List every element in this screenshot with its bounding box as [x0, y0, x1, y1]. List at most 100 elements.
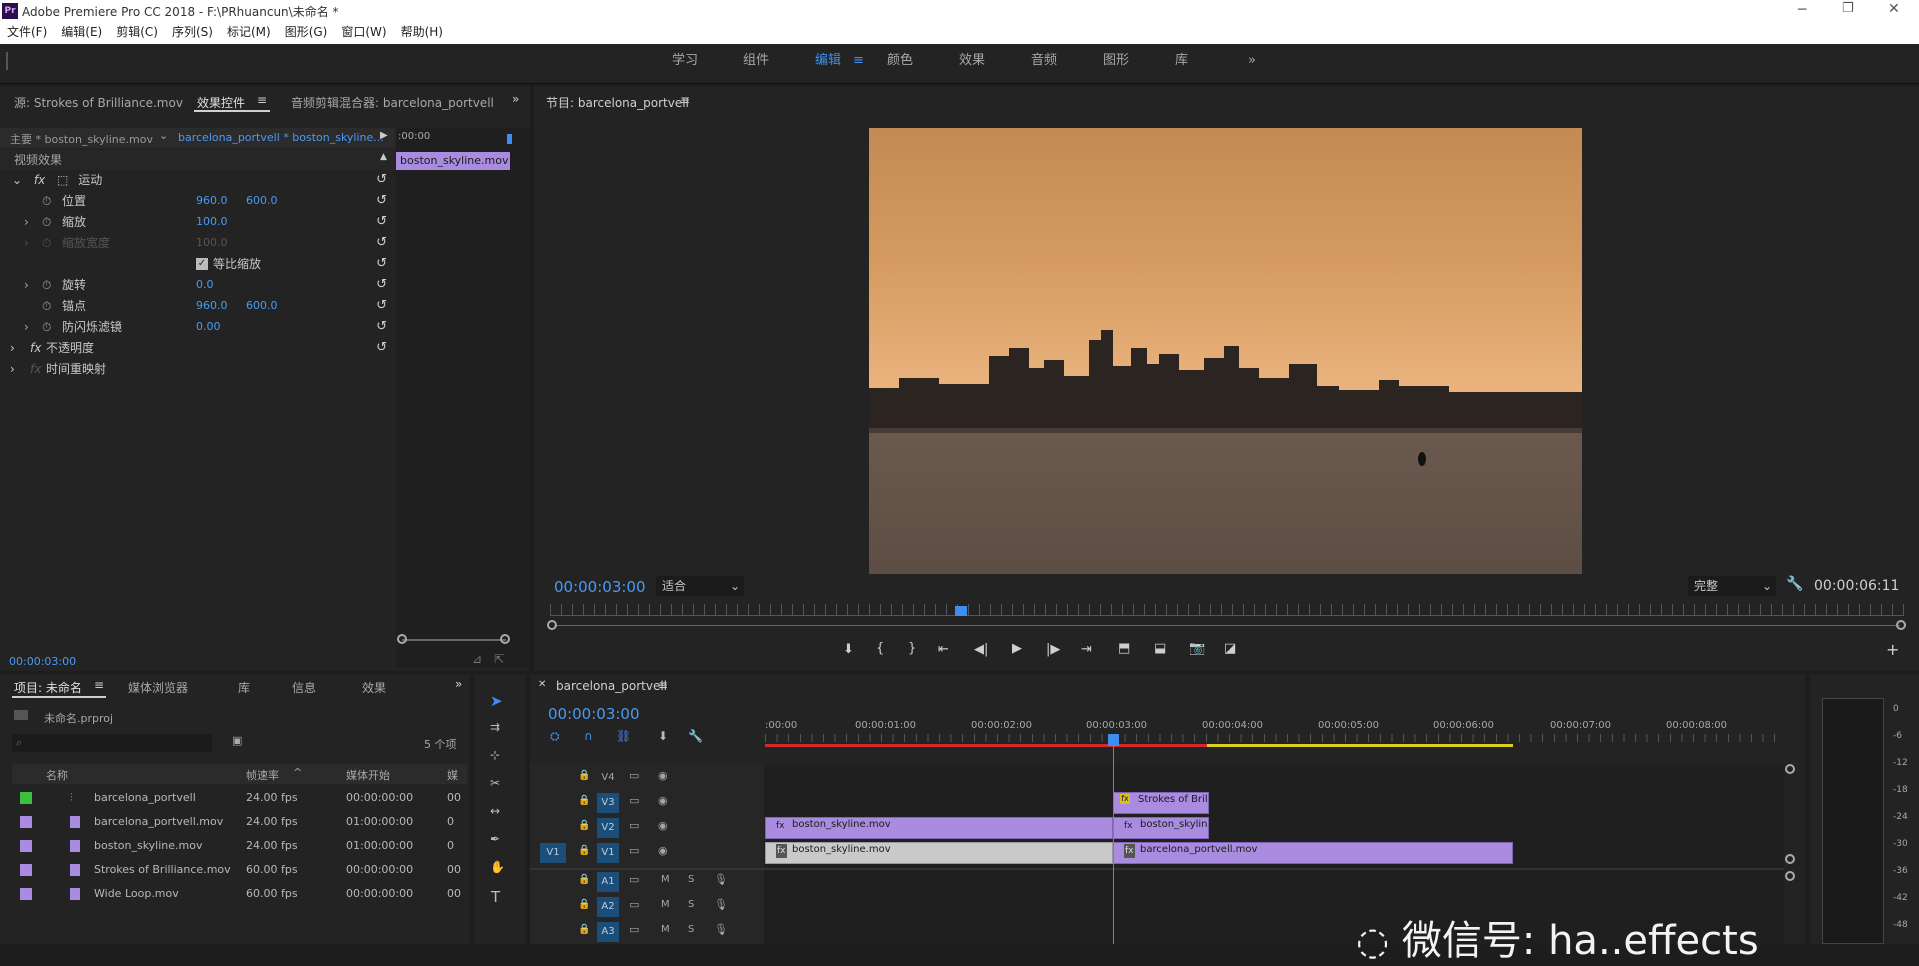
filter-icon[interactable]: ⊿	[472, 652, 482, 666]
lock-icon[interactable]: 🔒	[578, 899, 590, 910]
ws-learn[interactable]: 学习	[672, 44, 698, 78]
track-label[interactable]: V4	[597, 768, 619, 788]
go-to-out-icon[interactable]: ⇥	[1081, 642, 1092, 657]
mark-out-icon[interactable]: }	[908, 641, 916, 656]
tab-libraries[interactable]: 库	[238, 679, 250, 696]
solo-button[interactable]: S	[688, 874, 694, 885]
panel-overflow-icon[interactable]: »	[512, 92, 519, 106]
extract-icon[interactable]: ⬓	[1154, 641, 1166, 656]
effect-timecode[interactable]: 00:00:03:00	[9, 655, 76, 668]
track-label[interactable]: A3	[597, 922, 619, 942]
time-remap-row[interactable]: › fx 时间重映射	[0, 359, 395, 379]
tab-audio-mixer[interactable]: 音频剪辑混合器: barcelona_portvell	[291, 94, 494, 111]
track-label[interactable]: V1	[597, 843, 619, 863]
vertical-scroll-handle[interactable]	[1785, 854, 1795, 864]
pen-icon[interactable]: ✒	[490, 832, 500, 846]
film-icon[interactable]: ▭	[629, 844, 639, 857]
reset-icon[interactable]: ↺	[376, 233, 387, 253]
master-clip-label[interactable]: 主要 * boston_skyline.mov	[10, 131, 153, 147]
add-marker-icon[interactable]: ⬇	[843, 642, 854, 657]
razor-icon[interactable]: ✂	[490, 776, 500, 790]
mark-in-icon[interactable]: {	[876, 641, 884, 656]
panel-overflow-icon[interactable]: »	[455, 677, 462, 691]
tab-info[interactable]: 信息	[292, 679, 316, 696]
list-item[interactable]: ⫶ barcelona_portvell 24.00 fps 00:00:00:00 0…	[12, 786, 467, 810]
clip-v2-boston-2[interactable]: fx boston_skyline.m	[1113, 817, 1209, 839]
minimize-icon[interactable]: ─	[1798, 2, 1806, 18]
mute-button[interactable]: M	[661, 874, 670, 885]
rotation-row[interactable]: › ⏱ 旋转 0.0 ↺	[0, 275, 395, 295]
comparison-icon[interactable]: ◪	[1224, 641, 1236, 656]
vertical-scroll-handle[interactable]	[1785, 764, 1795, 774]
ws-audio[interactable]: 音频	[1031, 44, 1057, 78]
ws-editing[interactable]: 编辑	[815, 44, 841, 78]
program-timecode[interactable]: 00:00:03:00	[554, 578, 646, 596]
expand-icon[interactable]: ›	[10, 359, 15, 379]
position-x[interactable]: 960.0	[196, 191, 228, 211]
fit-dropdown[interactable]: 适合 ⌄	[656, 576, 744, 596]
lock-icon[interactable]: 🔒	[578, 770, 590, 781]
track-select-icon[interactable]: ⇉	[490, 720, 500, 734]
zoom-handle-left[interactable]	[397, 634, 407, 644]
list-item[interactable]: Strokes of Brilliance.mov 60.00 fps 00:00:…	[12, 858, 467, 882]
reset-icon[interactable]: ↺	[376, 170, 387, 190]
film-icon[interactable]: ▭	[629, 794, 639, 807]
solo-button[interactable]: S	[688, 924, 694, 935]
menu-clip[interactable]: 剪辑(C)	[109, 22, 165, 42]
tab-source[interactable]: 源: Strokes of Brilliance.mov	[14, 94, 183, 111]
reset-icon[interactable]: ↺	[376, 212, 387, 232]
linked-selection-icon[interactable]: ⛓	[616, 729, 631, 743]
track-label[interactable]: V2	[597, 818, 619, 838]
menu-marker[interactable]: 标记(M)	[220, 22, 278, 42]
ws-menu-icon[interactable]: ≡	[853, 44, 864, 78]
solo-button[interactable]: S	[688, 899, 694, 910]
play-icon[interactable]: ▶	[380, 130, 388, 141]
flicker-value[interactable]: 0.00	[196, 317, 221, 337]
mute-button[interactable]: M	[661, 924, 670, 935]
clip-v2-boston[interactable]: fx boston_skyline.mov	[765, 817, 1113, 839]
scale-value[interactable]: 100.0	[196, 212, 228, 232]
rotation-value[interactable]: 0.0	[196, 275, 214, 295]
clip-v1-barcelona[interactable]: fx barcelona_portvell.mov	[1113, 842, 1513, 864]
mute-button[interactable]: M	[661, 899, 670, 910]
header-name[interactable]: 名称	[46, 767, 68, 783]
motion-row[interactable]: ⌄ fx ⬚ 运动 ↺	[0, 170, 395, 190]
camera-icon[interactable]: 📷	[1189, 641, 1205, 656]
track-label[interactable]: V3	[597, 793, 619, 813]
sort-up-icon[interactable]: ^	[293, 766, 302, 779]
ws-effects[interactable]: 效果	[959, 44, 985, 78]
restore-icon[interactable]: ❐	[1842, 1, 1854, 16]
position-y[interactable]: 600.0	[246, 191, 278, 211]
nest-icon[interactable]: ⛭	[550, 729, 560, 744]
mini-ruler[interactable]	[550, 604, 1904, 616]
anchor-y[interactable]: 600.0	[246, 296, 278, 316]
menu-graphics[interactable]: 图形(G)	[278, 22, 335, 42]
scroll-bar[interactable]	[554, 625, 1900, 626]
eye-icon[interactable]: ◉	[658, 819, 668, 832]
film-icon[interactable]: ▭	[629, 769, 639, 782]
close-icon[interactable]: ✕	[1888, 1, 1900, 17]
search-input[interactable]: ⌕	[12, 734, 212, 752]
vertical-scroll-handle[interactable]	[1785, 871, 1795, 881]
reset-icon[interactable]: ↺	[376, 338, 387, 358]
mini-clip[interactable]: boston_skyline.mov	[396, 152, 510, 170]
sequence-clip-label[interactable]: barcelona_portvell * boston_skyline...	[178, 131, 384, 144]
film-icon[interactable]: ▭	[629, 819, 639, 832]
ws-graphics[interactable]: 图形	[1103, 44, 1129, 78]
overflow-icon[interactable]: »	[1248, 44, 1256, 78]
wrench-icon[interactable]: 🔧	[688, 729, 703, 743]
lock-icon[interactable]: 🔒	[578, 874, 590, 885]
ripple-edit-icon[interactable]: ⊹	[490, 748, 500, 762]
clip-v3-strokes[interactable]: fx Strokes of Brillia	[1113, 792, 1209, 814]
export-icon[interactable]: ⇱	[494, 652, 504, 666]
ws-color[interactable]: 颜色	[887, 44, 913, 78]
hand-icon[interactable]: ✋	[490, 860, 505, 874]
mini-playhead[interactable]	[507, 134, 512, 144]
tab-menu-icon[interactable]: ≡	[658, 678, 668, 692]
track-label[interactable]: A1	[597, 872, 619, 892]
expand-icon[interactable]: ›	[10, 338, 15, 358]
step-back-icon[interactable]: ◀|	[974, 642, 988, 657]
ws-libraries[interactable]: 库	[1175, 44, 1188, 78]
expand-icon[interactable]: ›	[24, 275, 29, 295]
program-playhead[interactable]	[955, 606, 967, 616]
